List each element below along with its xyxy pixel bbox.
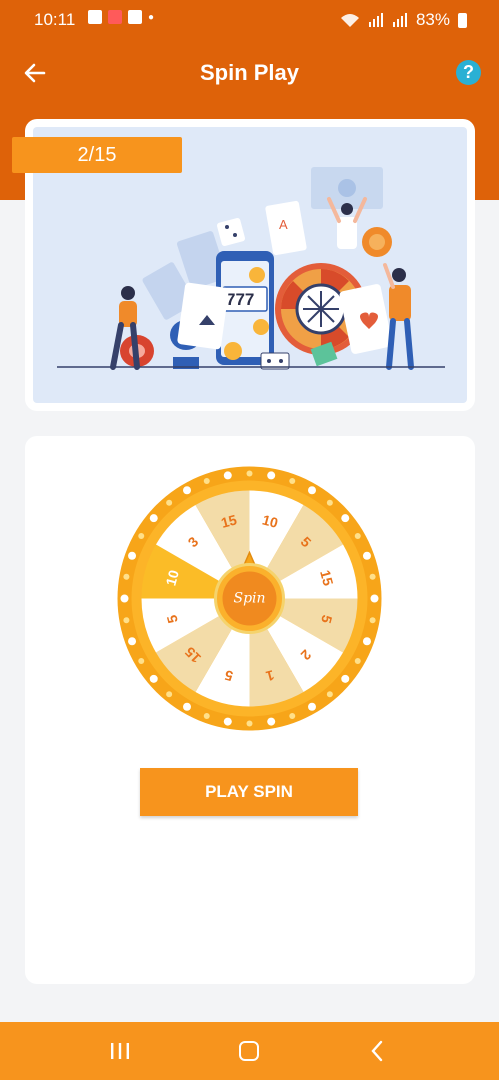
rim-light [149,514,158,523]
rim-light [246,470,253,477]
rim-light [138,658,145,664]
battery-percent: 83% [415,10,450,29]
rim-light [308,702,316,711]
wheel-card: 10 5 15 5 2 1 5 15 5 10 3 15 Spin PLAY S… [25,436,475,984]
rim-light [223,471,232,480]
spin-wheel[interactable]: 10 5 15 5 2 1 5 15 5 10 3 15 Spin [117,466,382,731]
rim-light [138,533,145,539]
app-notification-icon [108,10,122,24]
rim-light [267,471,276,480]
gallery-icon [88,10,102,24]
rim-light [354,658,361,664]
play-spin-button[interactable]: PLAY SPIN [140,768,358,816]
rim-light [123,573,130,580]
slot-777-text: 777 [226,290,254,309]
rim-light [166,499,173,506]
svg-text:A: A [279,217,288,232]
bag-icon [128,10,142,24]
rim-light [149,674,158,683]
recents-icon[interactable] [110,1042,130,1060]
wifi-icon [340,14,359,27]
rim-light [341,514,350,523]
page-title: Spin Play [199,60,300,85]
rim-light [223,717,232,726]
rim-light [341,674,350,683]
battery-icon [458,12,467,28]
rim-light [289,712,296,719]
nav-back-icon[interactable] [370,1040,384,1062]
rim-light [183,702,191,711]
notification-icons: ● [88,10,154,24]
home-icon[interactable] [239,1041,259,1061]
rim-light [267,717,276,726]
rim-light [370,594,379,603]
rim-light [369,573,376,580]
rim-light [326,499,333,506]
signal-icon-2 [392,13,407,27]
rim-light [326,691,333,698]
rim-light [183,486,191,495]
status-bar: 10:11 ● 83% [0,0,499,38]
dot-icon: ● [148,11,155,23]
system-nav-bar [0,1022,499,1080]
signal-icon [368,13,383,27]
status-right: 83% [340,10,467,30]
rim-light [203,478,210,485]
rim-light [354,533,361,539]
progress-badge: 2/15 [12,137,182,173]
status-time: 10:11 [34,10,76,29]
spin-center-label[interactable]: Spin [233,591,265,607]
rim-light [120,594,129,603]
rim-light [246,720,253,727]
rim-light [362,551,371,560]
rim-light [289,478,296,485]
rim-light [203,712,210,719]
rim-light [369,617,376,624]
rim-light [123,617,130,624]
rim-light [308,486,316,495]
rim-light [166,691,173,698]
rim-light [128,551,137,560]
help-icon[interactable]: ? [456,60,481,85]
rim-light [128,637,137,646]
rim-light [362,637,371,646]
